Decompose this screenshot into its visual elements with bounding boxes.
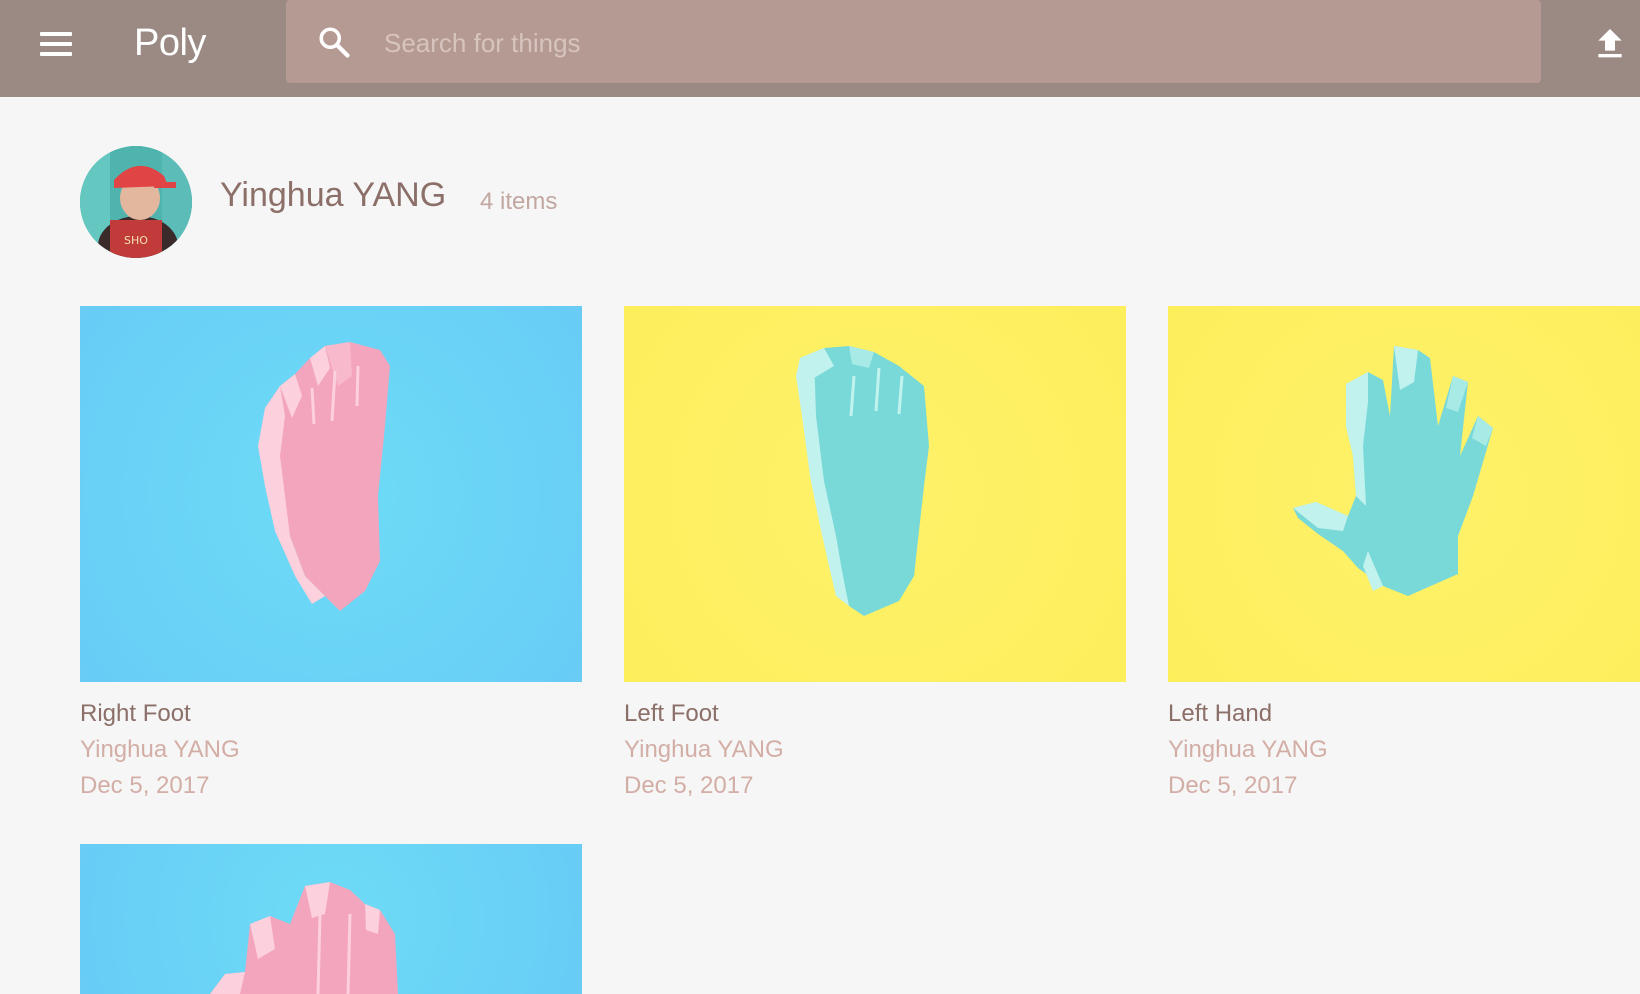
asset-date: Dec 5, 2017	[624, 772, 754, 799]
asset-card-left-foot[interactable]: Left Foot Yinghua YANG Dec 5, 2017	[624, 306, 1126, 800]
item-count: 4 items	[480, 188, 558, 215]
asset-thumbnail[interactable]	[80, 306, 582, 682]
search-bar[interactable]	[286, 0, 1541, 83]
menu-icon[interactable]	[36, 28, 76, 68]
upload-icon[interactable]	[1590, 24, 1630, 64]
asset-card-right-foot[interactable]: Right Foot Yinghua YANG Dec 5, 2017	[80, 306, 582, 800]
avatar[interactable]: SHO	[80, 146, 192, 258]
top-app-bar: Poly	[0, 0, 1640, 97]
teal-foot-model	[796, 346, 929, 616]
asset-author[interactable]: Yinghua YANG	[80, 736, 582, 764]
asset-title[interactable]: Left Foot	[624, 700, 1126, 728]
asset-card-4[interactable]	[80, 844, 582, 994]
asset-thumbnail[interactable]	[624, 306, 1126, 682]
search-input[interactable]	[382, 18, 1506, 68]
poly-logo[interactable]: Poly	[134, 22, 206, 65]
search-icon[interactable]	[316, 24, 352, 60]
asset-card-left-hand[interactable]: Left Hand Yinghua YANG Dec 5, 2017	[1168, 306, 1640, 800]
asset-author[interactable]: Yinghua YANG	[624, 736, 1126, 764]
pink-hand-model	[210, 882, 398, 994]
asset-author[interactable]: Yinghua YANG	[1168, 736, 1640, 764]
profile-name[interactable]: Yinghua YANG	[220, 176, 446, 215]
asset-date: Dec 5, 2017	[1168, 772, 1298, 799]
asset-thumbnail[interactable]	[80, 844, 582, 994]
teal-hand-model	[1293, 346, 1493, 596]
svg-text:SHO: SHO	[124, 234, 148, 247]
pink-foot-model	[258, 342, 390, 611]
asset-title[interactable]: Right Foot	[80, 700, 582, 728]
asset-thumbnail[interactable]	[1168, 306, 1640, 682]
asset-title[interactable]: Left Hand	[1168, 700, 1640, 728]
asset-date: Dec 5, 2017	[80, 772, 210, 799]
